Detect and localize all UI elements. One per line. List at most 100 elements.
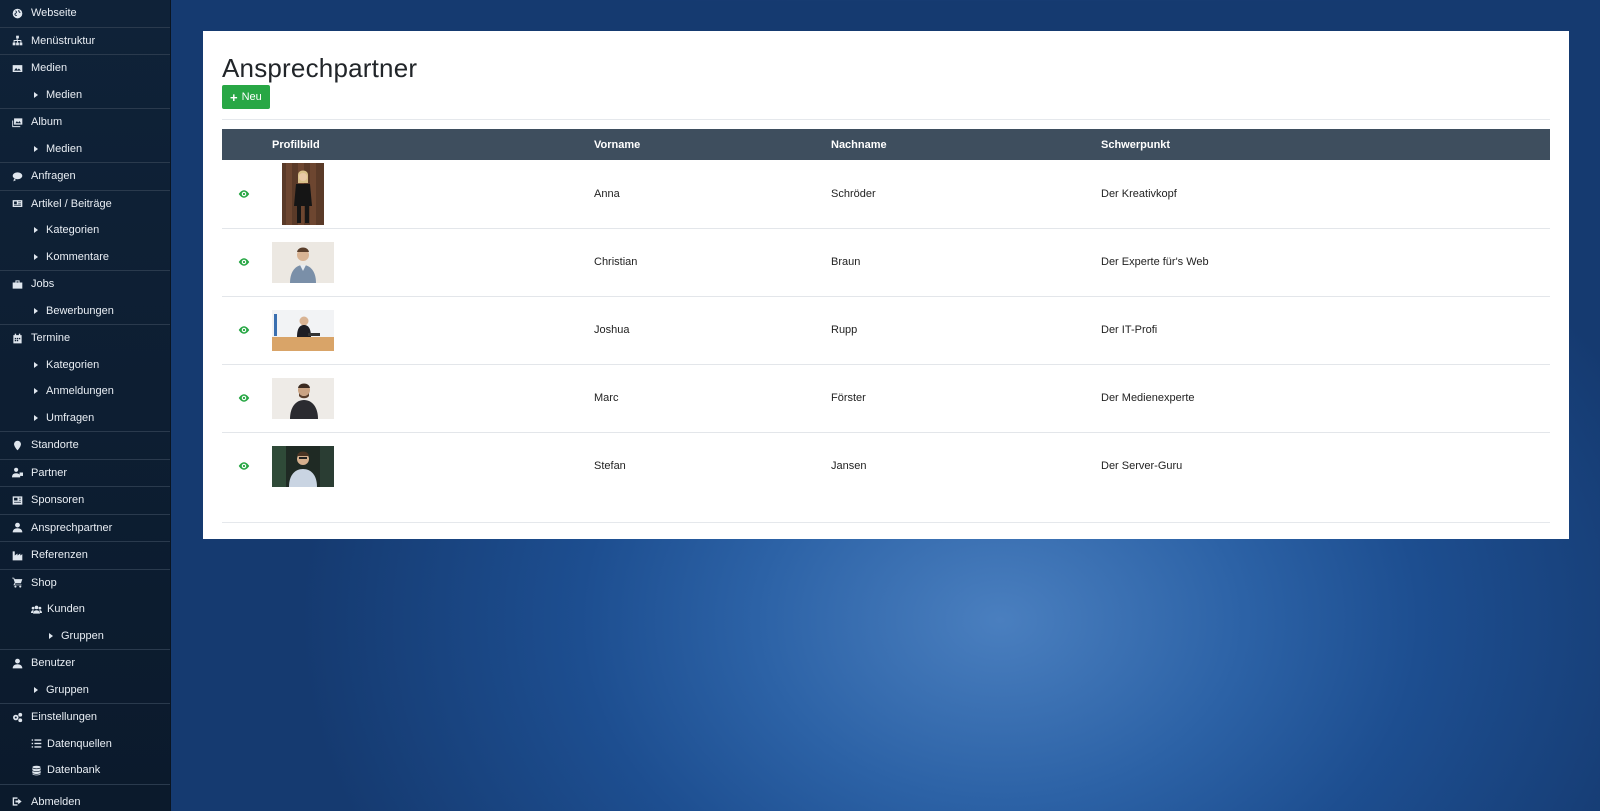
column-header-vorname[interactable]: Vorname bbox=[594, 129, 831, 160]
sidebar-item-label: Medien bbox=[46, 88, 83, 101]
sidebar-subitem-benutzer-gruppen[interactable]: Gruppen bbox=[0, 677, 170, 704]
nav-group-webseite: Webseite bbox=[0, 0, 170, 28]
sidebar-subitem-kategorien[interactable]: Kategorien bbox=[0, 217, 170, 244]
sidebar-item-label: Bewerbungen bbox=[46, 304, 114, 317]
sidebar-item-label: Standorte bbox=[31, 439, 79, 452]
eye-icon[interactable] bbox=[238, 392, 250, 404]
sidebar-item-label: Kommentare bbox=[46, 250, 109, 263]
sidebar-item-label: Benutzer bbox=[31, 657, 76, 670]
sidebar: Webseite Menüstruktur Medien Medien Albu… bbox=[0, 0, 171, 811]
sidebar-item-label: Gruppen bbox=[46, 683, 89, 696]
nav-group-benutzer: Benutzer Gruppen bbox=[0, 650, 170, 704]
sidebar-item-partner[interactable]: Partner bbox=[0, 460, 170, 487]
sidebar-subitem-umfragen[interactable]: Umfragen bbox=[0, 405, 170, 432]
sidebar-item-standorte[interactable]: Standorte bbox=[0, 432, 170, 459]
globe-icon bbox=[10, 6, 24, 20]
caret-right-icon bbox=[34, 307, 38, 314]
database-icon bbox=[31, 763, 45, 777]
ad-icon bbox=[10, 493, 24, 507]
column-header-profilbild[interactable]: Profilbild bbox=[272, 129, 594, 160]
sidebar-item-termine[interactable]: Termine bbox=[0, 325, 170, 352]
sidebar-item-jobs[interactable]: Jobs bbox=[0, 271, 170, 298]
nav-group-einstellungen: Einstellungen Datenquellen Datenbank bbox=[0, 704, 170, 785]
column-header-nachname[interactable]: Nachname bbox=[831, 129, 1101, 160]
images-icon bbox=[10, 115, 24, 129]
sidebar-item-label: Termine bbox=[31, 332, 71, 345]
eye-icon[interactable] bbox=[238, 324, 250, 336]
sidebar-item-label: Kategorien bbox=[46, 224, 100, 237]
profile-photo bbox=[282, 162, 324, 225]
eye-icon[interactable] bbox=[238, 460, 250, 472]
sidebar-item-album[interactable]: Album bbox=[0, 109, 170, 136]
nav-group-anfragen: Anfragen bbox=[0, 163, 170, 191]
cell-vorname: Anna bbox=[594, 187, 620, 200]
table-row[interactable]: Stefan Jansen Der Server-Guru bbox=[222, 432, 1550, 500]
table-row[interactable]: Joshua Rupp Der IT-Profi bbox=[222, 296, 1550, 364]
sidebar-subitem-medien[interactable]: Medien bbox=[0, 82, 170, 109]
sidebar-item-medien[interactable]: Medien bbox=[0, 55, 170, 82]
divider bbox=[222, 119, 1550, 120]
nav-group-artikel: Artikel / Beiträge Kategorien Kommentare bbox=[0, 191, 170, 271]
sidebar-subitem-datenbank[interactable]: Datenbank bbox=[0, 757, 170, 784]
sidebar-subitem-album-medien[interactable]: Medien bbox=[0, 136, 170, 163]
sidebar-item-label: Jobs bbox=[31, 278, 55, 291]
sidebar-item-label: Album bbox=[31, 116, 63, 129]
sidebar-item-abmelden[interactable]: Abmelden bbox=[0, 789, 170, 811]
sidebar-item-label: Einstellungen bbox=[31, 711, 98, 724]
nav-group-termine: Termine Kategorien Anmeldungen Umfragen bbox=[0, 325, 170, 432]
table-row[interactable]: Anna Schröder Der Kreativkopf bbox=[222, 160, 1550, 228]
cell-vorname: Joshua bbox=[594, 324, 630, 336]
sidebar-item-label: Kunden bbox=[47, 603, 85, 616]
sidebar-item-benutzer[interactable]: Benutzer bbox=[0, 650, 170, 677]
nav-group-album: Album Medien bbox=[0, 109, 170, 163]
nav-group-referenzen: Referenzen bbox=[0, 542, 170, 570]
table-header-row: Profilbild Vorname Nachname Schwerpunkt bbox=[222, 129, 1550, 160]
table-row[interactable]: Christian Braun Der Experte für's Web bbox=[222, 228, 1550, 296]
sidebar-item-einstellungen[interactable]: Einstellungen bbox=[0, 704, 170, 731]
shopping-cart-icon bbox=[10, 576, 24, 590]
sidebar-item-label: Partner bbox=[31, 466, 68, 479]
sidebar-subitem-bewerbungen[interactable]: Bewerbungen bbox=[0, 298, 170, 325]
eye-icon[interactable] bbox=[238, 188, 250, 200]
sidebar-item-sponsoren[interactable]: Sponsoren bbox=[0, 487, 170, 514]
sidebar-item-shop[interactable]: Shop bbox=[0, 570, 170, 597]
sidebar-item-ansprechpartner[interactable]: Ansprechpartner bbox=[0, 515, 170, 542]
new-button-label: Neu bbox=[241, 91, 262, 103]
contacts-table: Profilbild Vorname Nachname Schwerpunkt bbox=[222, 129, 1550, 500]
column-header-schwerpunkt[interactable]: Schwerpunkt bbox=[1101, 129, 1550, 160]
cell-schwerpunkt: Der Medienexperte bbox=[1101, 392, 1195, 404]
cell-schwerpunkt: Der Server-Guru bbox=[1101, 460, 1183, 473]
sidebar-item-label: Anmeldungen bbox=[46, 385, 114, 398]
sidebar-subitem-kommentare[interactable]: Kommentare bbox=[0, 244, 170, 271]
sidebar-item-label: Datenbank bbox=[47, 764, 101, 777]
cell-nachname: Braun bbox=[831, 256, 861, 268]
table-row[interactable]: Marc Förster Der Medienexperte bbox=[222, 364, 1550, 432]
sidebar-item-label: Anfragen bbox=[31, 170, 76, 183]
sidebar-item-label: Kategorien bbox=[46, 358, 100, 371]
sidebar-item-label: Artikel / Beiträge bbox=[31, 197, 112, 210]
eye-icon[interactable] bbox=[238, 256, 250, 268]
sidebar-subitem-anmeldungen[interactable]: Anmeldungen bbox=[0, 378, 170, 405]
sidebar-item-referenzen[interactable]: Referenzen bbox=[0, 542, 170, 569]
image-icon bbox=[10, 61, 24, 75]
sidebar-subitem-termine-kategorien[interactable]: Kategorien bbox=[0, 352, 170, 379]
cell-vorname: Stefan bbox=[594, 460, 626, 473]
nav-group-jobs: Jobs Bewerbungen bbox=[0, 271, 170, 325]
profile-photo bbox=[272, 241, 334, 283]
sidebar-subitem-datenquellen[interactable]: Datenquellen bbox=[0, 731, 170, 758]
sidebar-item-menuestruktur[interactable]: Menüstruktur bbox=[0, 28, 170, 55]
sidebar-subitem-kunden[interactable]: Kunden bbox=[0, 596, 170, 623]
caret-right-icon bbox=[49, 632, 53, 639]
sidebar-item-label: Menüstruktur bbox=[31, 34, 96, 47]
industry-icon bbox=[10, 548, 24, 562]
cell-schwerpunkt: Der IT-Profi bbox=[1101, 324, 1158, 336]
caret-right-icon bbox=[34, 253, 38, 260]
new-button[interactable]: + Neu bbox=[222, 85, 270, 109]
sidebar-subitem-kunden-gruppen[interactable]: Gruppen bbox=[0, 623, 170, 650]
sidebar-item-artikel[interactable]: Artikel / Beiträge bbox=[0, 191, 170, 218]
content-card: Ansprechpartner + Neu Profilbild Vorname… bbox=[203, 31, 1569, 539]
user-icon bbox=[10, 656, 24, 670]
caret-right-icon bbox=[34, 361, 38, 368]
sidebar-item-anfragen[interactable]: Anfragen bbox=[0, 163, 170, 190]
sidebar-item-webseite[interactable]: Webseite bbox=[0, 0, 170, 27]
